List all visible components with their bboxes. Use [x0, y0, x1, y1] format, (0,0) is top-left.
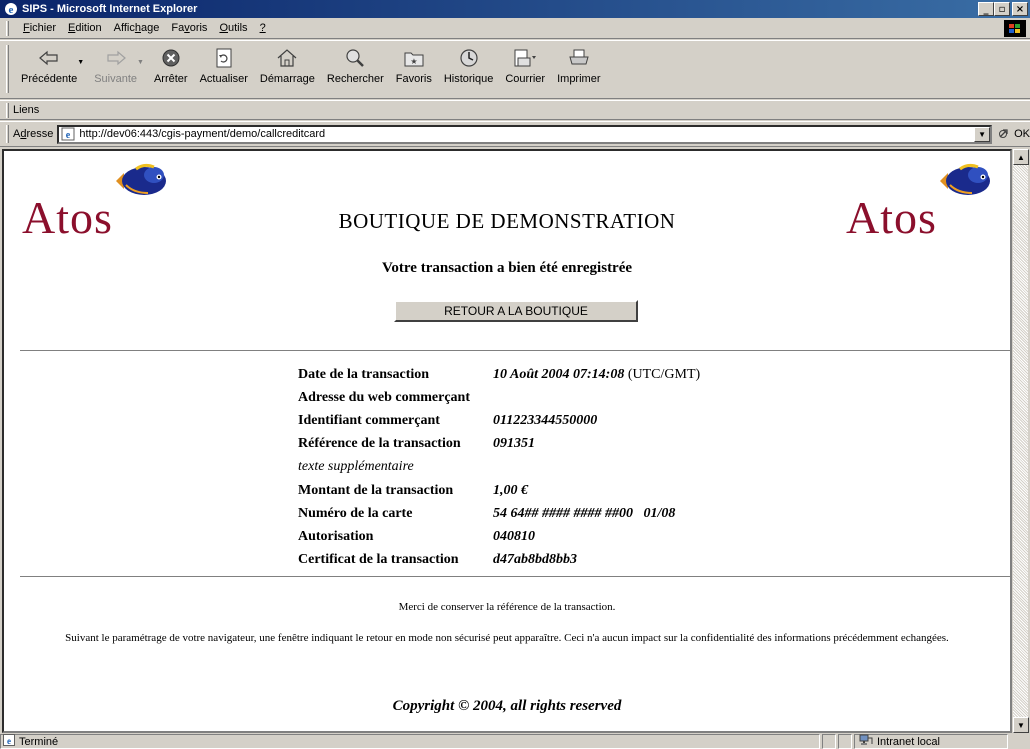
links-bar: Liens: [0, 100, 1030, 120]
timezone-label: (UTC/GMT): [627, 366, 701, 382]
keep-reference-note: Merci de conserver la référence de la tr…: [398, 601, 616, 613]
forward-arrow-icon: [105, 45, 127, 71]
home-icon: [276, 45, 298, 71]
address-bar: Adresse e http://dev06:443/cgis-payment/…: [0, 121, 1030, 147]
page-title: BOUTIQUE DE DEMONSTRATION: [338, 209, 676, 233]
links-label[interactable]: Liens: [13, 104, 39, 116]
address-dropdown-icon[interactable]: ▼: [974, 126, 991, 142]
detail-row-card: Numéro de la carte 54 64## #### #### ##0…: [298, 505, 676, 521]
address-grip[interactable]: [6, 125, 9, 143]
back-dropdown-icon[interactable]: ▼: [77, 59, 84, 66]
links-grip[interactable]: [6, 102, 9, 118]
mail-icon: [513, 45, 537, 71]
fish-icon: [940, 163, 990, 195]
return-to-shop-button[interactable]: RETOUR A LA BOUTIQUE: [394, 300, 638, 322]
ie-logo-icon: e: [4, 2, 18, 16]
zone-label: Intranet local: [877, 735, 940, 748]
transaction-amount: 1,00 €: [493, 482, 528, 498]
back-arrow-icon: [38, 45, 60, 71]
refresh-button[interactable]: Actualiser: [194, 45, 254, 97]
svg-text:e: e: [7, 736, 11, 746]
transaction-details: Date de la transaction 10 Août 2004 07:1…: [298, 363, 700, 572]
detail-row-reference: Référence de la transaction 091351: [298, 436, 535, 452]
divider: [20, 350, 1010, 352]
copyright: Copyright © 2004, all rights reserved: [392, 698, 622, 714]
card-number: 54 64## #### #### ##00 01/08: [493, 505, 676, 521]
scroll-down-icon[interactable]: ▼: [1013, 717, 1029, 733]
intranet-icon: [859, 734, 873, 749]
ie-page-icon: e: [61, 127, 75, 141]
windows-logo-icon: [1004, 20, 1026, 37]
menu-bar: Fichier Edition Affichage Favoris Outils…: [0, 18, 1030, 39]
title-bar: e SIPS - Microsoft Internet Explorer _ ▫…: [0, 0, 1030, 18]
toolbar-grip[interactable]: [6, 45, 9, 93]
status-text: Terminé: [19, 735, 59, 748]
detail-row-date: Date de la transaction 10 Août 2004 07:1…: [298, 366, 701, 382]
refresh-icon: [215, 45, 233, 71]
stop-icon: [161, 45, 181, 71]
mail-button[interactable]: Courrier: [499, 45, 551, 97]
authorization-code: 040810: [493, 528, 535, 544]
window-title: SIPS - Microsoft Internet Explorer: [22, 3, 198, 15]
transaction-reference: 091351: [493, 436, 535, 452]
stop-button[interactable]: Arrêter: [148, 45, 194, 97]
status-bar: e Terminé Intranet local: [0, 734, 1030, 749]
printer-icon: [568, 45, 590, 71]
search-icon: [344, 45, 366, 71]
back-button[interactable]: Précédente: [15, 45, 83, 97]
detail-row-extra: texte supplémentaire: [298, 459, 414, 475]
menu-affichage[interactable]: Affichage: [108, 22, 166, 34]
scroll-up-icon[interactable]: ▲: [1013, 149, 1029, 165]
detail-row-merchant-id: Identifiant commerçant 011223344550000: [298, 412, 598, 428]
menu-favoris[interactable]: Favoris: [165, 22, 213, 34]
go-arrow-icon: [998, 127, 1012, 142]
history-button[interactable]: Historique: [438, 45, 500, 97]
vertical-scrollbar[interactable]: ▲ ▼: [1012, 149, 1029, 733]
divider: [20, 576, 1010, 578]
search-button[interactable]: Rechercher: [321, 45, 390, 97]
menu-help[interactable]: ?: [254, 22, 272, 34]
status-cell: [822, 734, 836, 749]
go-button[interactable]: OK: [998, 127, 1030, 142]
detail-row-amount: Montant de la transaction 1,00 €: [298, 482, 528, 498]
page-done-icon: e: [3, 734, 15, 749]
history-icon: [458, 45, 480, 71]
address-url: http://dev06:443/cgis-payment/demo/callc…: [79, 128, 326, 140]
favorites-button[interactable]: ★ Favoris: [390, 45, 438, 97]
maximize-button[interactable]: ▫: [994, 2, 1010, 16]
browser-security-note: Suivant le paramétrage de votre navigate…: [65, 632, 949, 644]
address-label: Adresse: [12, 128, 54, 140]
page-content: Atos Atos BOUTIQUE DE DEMONSTRATION Votr…: [2, 149, 1012, 733]
fish-icon: [116, 163, 166, 195]
detail-row-authorization: Autorisation 040810: [298, 528, 535, 544]
print-button[interactable]: Imprimer: [551, 45, 606, 97]
detail-row-web-address: Adresse du web commerçant: [298, 389, 470, 405]
status-cell: [838, 734, 852, 749]
merchant-id: 011223344550000: [493, 412, 598, 428]
menu-fichier[interactable]: Fichier: [17, 22, 62, 34]
close-button[interactable]: ×: [1012, 2, 1028, 16]
svg-text:★: ★: [410, 57, 417, 66]
security-zone: Intranet local: [854, 734, 1008, 749]
favorites-folder-icon: ★: [404, 45, 424, 71]
address-input[interactable]: e http://dev06:443/cgis-payment/demo/cal…: [57, 124, 993, 144]
menu-edition[interactable]: Edition: [62, 22, 108, 34]
detail-row-certificate: Certificat de la transaction d47ab8bd8bb…: [298, 552, 577, 568]
transaction-certificate: d47ab8bd8bb3: [493, 552, 577, 568]
transaction-date: 10 Août 2004 07:14:08: [493, 366, 625, 382]
home-button[interactable]: Démarrage: [254, 45, 321, 97]
menu-grip[interactable]: [6, 20, 9, 36]
standard-toolbar: Précédente ▼ Suivante ▼ Arrêter Actualis…: [0, 40, 1030, 99]
menu-outils[interactable]: Outils: [213, 22, 253, 34]
minimize-button[interactable]: _: [978, 2, 994, 16]
status-text-panel: e Terminé: [0, 734, 820, 749]
forward-button[interactable]: Suivante: [88, 45, 143, 97]
forward-dropdown-icon[interactable]: ▼: [137, 59, 144, 66]
svg-text:e: e: [9, 4, 14, 16]
confirmation-message: Votre transaction a bien été enregistrée: [381, 260, 633, 276]
svg-text:e: e: [66, 130, 71, 141]
